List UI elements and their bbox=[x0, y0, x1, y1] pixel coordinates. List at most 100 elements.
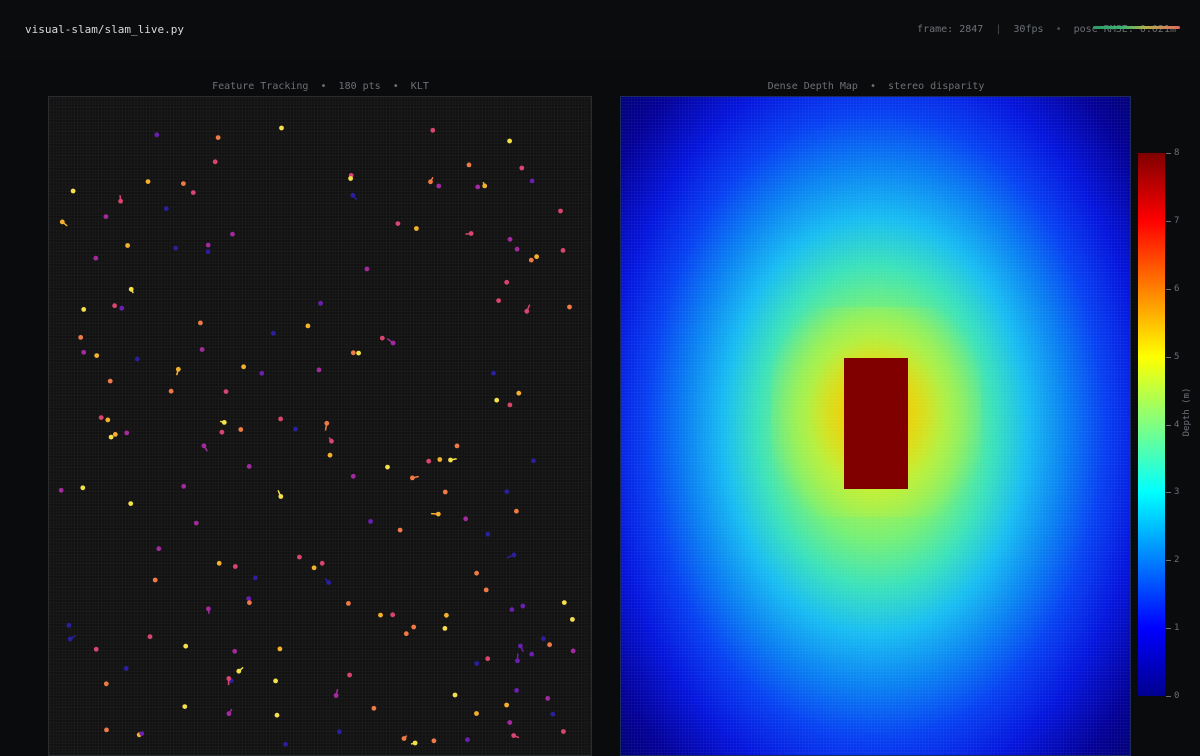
feature-point bbox=[474, 661, 479, 666]
feature-point bbox=[561, 248, 566, 253]
feature-point bbox=[486, 532, 491, 537]
feature-point bbox=[398, 528, 403, 533]
feature-point bbox=[491, 371, 496, 376]
feature-point bbox=[104, 728, 109, 733]
rmse-sparkline bbox=[1093, 26, 1180, 29]
feature-point bbox=[206, 249, 211, 254]
colorbar-tick-label: 0 bbox=[1174, 692, 1179, 701]
feature-point bbox=[562, 600, 567, 605]
feature-point bbox=[202, 443, 207, 448]
feature-point bbox=[372, 706, 377, 711]
feature-point bbox=[213, 159, 218, 164]
feature-point bbox=[494, 398, 499, 403]
feature-point bbox=[253, 576, 258, 581]
feature-point bbox=[474, 571, 479, 576]
feature-point bbox=[410, 476, 415, 481]
feature-point bbox=[113, 432, 118, 437]
feature-point bbox=[94, 353, 99, 358]
feature-point bbox=[475, 185, 480, 190]
feature-point bbox=[428, 179, 433, 184]
feature-point bbox=[337, 729, 342, 734]
feature-point bbox=[232, 649, 237, 654]
colorbar-tick-label: 4 bbox=[1174, 421, 1179, 430]
colorbar-tick bbox=[1166, 492, 1171, 493]
feature-point bbox=[511, 733, 516, 738]
feature-point bbox=[507, 139, 512, 144]
feature-point bbox=[329, 439, 334, 444]
feature-point bbox=[146, 179, 151, 184]
feature-point bbox=[71, 189, 76, 194]
feature-point bbox=[275, 713, 280, 718]
feature-point bbox=[153, 578, 158, 583]
feature-point bbox=[515, 247, 520, 252]
colorbar-label: Depth (m) bbox=[1182, 382, 1192, 442]
feature-point bbox=[334, 693, 339, 698]
feature-point bbox=[558, 209, 563, 214]
feature-point bbox=[524, 309, 529, 314]
feature-point bbox=[368, 519, 373, 524]
feature-point bbox=[278, 417, 283, 422]
feature-point bbox=[191, 190, 196, 195]
feature-point bbox=[514, 509, 519, 514]
separator: • bbox=[1056, 24, 1062, 35]
feature-point bbox=[529, 652, 534, 657]
feature-point bbox=[318, 301, 323, 306]
feature-point bbox=[194, 521, 199, 526]
feature-point bbox=[550, 712, 555, 717]
feature-point bbox=[119, 306, 124, 311]
feature-point bbox=[378, 613, 383, 618]
feature-point bbox=[220, 430, 225, 435]
feature-point bbox=[238, 427, 243, 432]
colorbar-tick-label: 7 bbox=[1174, 217, 1179, 226]
feature-point bbox=[504, 280, 509, 285]
colorbar-tick bbox=[1166, 221, 1171, 222]
feature-point bbox=[118, 199, 123, 204]
feature-point bbox=[181, 484, 186, 489]
feature-point bbox=[154, 132, 159, 137]
feature-point bbox=[380, 336, 385, 341]
colorbar-tick bbox=[1166, 628, 1171, 629]
feature-point bbox=[156, 546, 161, 551]
feature-point bbox=[531, 458, 536, 463]
feature-point bbox=[324, 421, 329, 426]
feature-point bbox=[104, 681, 109, 686]
feature-point bbox=[181, 181, 186, 186]
feature-point bbox=[183, 644, 188, 649]
colorbar-tick bbox=[1166, 696, 1171, 697]
feature-point bbox=[402, 736, 407, 741]
feature-point bbox=[241, 364, 246, 369]
feature-point bbox=[507, 720, 512, 725]
feature-point bbox=[346, 601, 351, 606]
feature-point bbox=[571, 649, 576, 654]
feature-point bbox=[545, 696, 550, 701]
feature-point bbox=[297, 555, 302, 560]
feature-point bbox=[436, 184, 441, 189]
feature-point bbox=[128, 501, 133, 506]
feature-point bbox=[351, 350, 356, 355]
depth-colorbar bbox=[1138, 153, 1165, 696]
feature-point bbox=[93, 256, 98, 261]
feature-point bbox=[60, 220, 65, 225]
feature-point bbox=[224, 389, 229, 394]
feature-point bbox=[482, 184, 487, 189]
feature-point bbox=[467, 163, 472, 168]
feature-point bbox=[109, 435, 114, 440]
feature-point bbox=[365, 267, 370, 272]
feature-point bbox=[347, 673, 352, 678]
feature-point bbox=[351, 474, 356, 479]
feature-point bbox=[112, 303, 117, 308]
feature-point bbox=[124, 666, 129, 671]
tracking-panel-title: Feature Tracking • 180 pts • KLT bbox=[48, 81, 593, 92]
feature-point bbox=[516, 391, 521, 396]
feature-point bbox=[436, 512, 441, 517]
feature-point bbox=[81, 350, 86, 355]
depth-map-view bbox=[620, 96, 1131, 756]
feature-point bbox=[390, 612, 395, 617]
feature-point bbox=[222, 420, 227, 425]
feature-point bbox=[348, 176, 353, 181]
feature-point bbox=[182, 704, 187, 709]
feature-point bbox=[279, 126, 284, 131]
feature-point bbox=[411, 625, 416, 630]
feature-point bbox=[484, 588, 489, 593]
feature-point bbox=[230, 232, 235, 237]
